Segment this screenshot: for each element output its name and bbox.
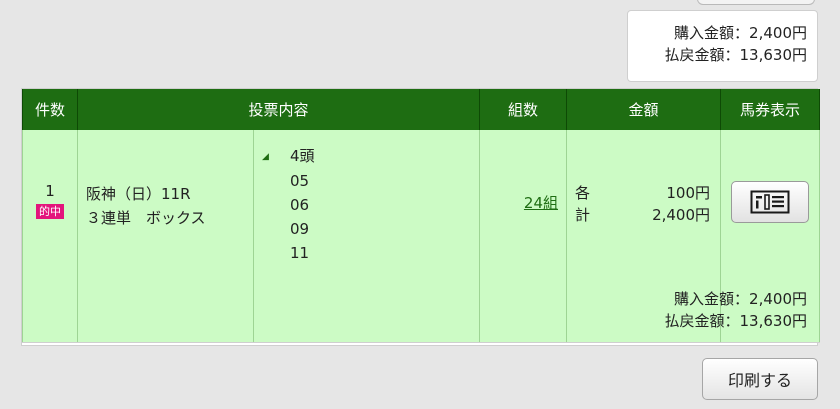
refund-label: 払戻金額： — [664, 312, 740, 330]
purchase-label: 購入金額： — [674, 290, 750, 308]
race-cell: 阪神（日）11R ３連単 ボックス — [77, 130, 254, 343]
picks-cell: ◢ 4頭 05 06 09 11 — [252, 130, 481, 343]
total-label: 計 — [575, 206, 591, 224]
ticket-view-icon — [750, 190, 790, 214]
print-button[interactable]: 印刷する — [702, 358, 818, 400]
bet-result-panel: 件数 投票内容 組数 金額 馬券表示 1 的中 阪神（日）11R ３連単 ボック… — [21, 88, 821, 346]
pick-item: 05 — [290, 171, 310, 190]
hit-badge: 的中 — [36, 204, 64, 219]
purchase-value: 2,400円 — [749, 24, 807, 42]
top-button-edge — [697, 0, 815, 5]
refund-label: 払戻金額： — [664, 46, 740, 64]
amount-total-row: 計 2,400円 — [575, 204, 710, 226]
triangle-icon: ◢ — [262, 151, 269, 162]
header-sets: 組数 — [479, 89, 568, 130]
summary-top: 購入金額：2,400円 払戻金額：13,630円 — [627, 10, 818, 82]
refund-value: 13,630円 — [739, 46, 808, 64]
summary-top-purchase: 購入金額：2,400円 — [628, 22, 807, 44]
each-value: 100円 — [666, 184, 711, 202]
refund-value: 13,630円 — [739, 312, 808, 330]
summary-bottom: 購入金額：2,400円 払戻金額：13,630円 — [664, 288, 807, 332]
table-header-row: 件数 投票内容 組数 金額 馬券表示 — [22, 89, 821, 130]
summary-bottom-purchase: 購入金額：2,400円 — [664, 288, 807, 310]
header-ticket-view: 馬券表示 — [720, 89, 821, 130]
summary-bottom-refund: 払戻金額：13,630円 — [664, 310, 807, 332]
bet-type: ３連単 ボックス — [86, 209, 206, 227]
summary-top-refund: 払戻金額：13,630円 — [628, 44, 807, 66]
sets-link[interactable]: 24組 — [524, 194, 558, 212]
head-count: 4頭 — [290, 147, 315, 165]
race-name: 阪神（日）11R — [86, 185, 191, 203]
row-number: 1 — [45, 182, 55, 200]
sets-cell: 24組 — [479, 130, 568, 343]
pick-item: 09 — [290, 219, 310, 238]
purchase-label: 購入金額： — [674, 24, 750, 42]
header-amount: 金額 — [566, 89, 722, 130]
head-count-line: ◢ 4頭 — [262, 144, 479, 169]
pick-item: 06 — [290, 195, 310, 214]
header-count: 件数 — [22, 89, 78, 130]
count-cell: 1 的中 — [22, 130, 78, 343]
amount-each-row: 各 100円 — [575, 182, 710, 204]
purchase-value: 2,400円 — [749, 290, 807, 308]
pick-item: 11 — [290, 243, 310, 262]
header-bet-content: 投票内容 — [76, 89, 481, 130]
each-label: 各 — [575, 184, 591, 202]
ticket-view-button[interactable] — [731, 181, 810, 223]
total-value: 2,400円 — [652, 206, 711, 224]
